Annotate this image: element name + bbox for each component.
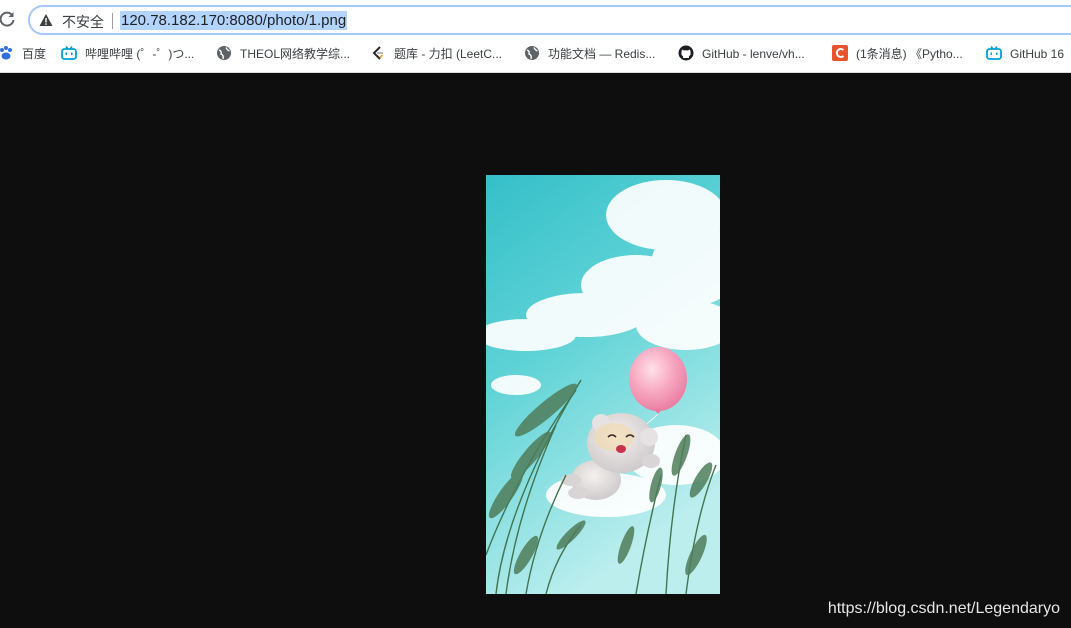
bookmark-csdn[interactable]: (1条消息) 《Pytho...	[832, 44, 963, 64]
bookmark-bilibili[interactable]: 哔哩哔哩 (゜-゜)つ...	[61, 44, 194, 64]
bookmark-baidu[interactable]: 百度	[0, 44, 46, 64]
bookmark-label: THEOL网络教学综...	[240, 47, 351, 61]
bookmark-label: 功能文档 — Redis...	[548, 47, 656, 61]
not-secure-label[interactable]: 不安全	[62, 12, 104, 32]
bookmarks-bar: 百度 哔哩哔哩 (゜-゜)つ... THEOL网络教学综... 题库 - 力扣 …	[0, 40, 1071, 68]
globe-icon	[525, 46, 539, 60]
bookmark-label: GitHub - lenve/vh...	[702, 47, 805, 61]
bookmark-redis-docs[interactable]: 功能文档 — Redis...	[524, 44, 655, 64]
github-icon	[678, 45, 694, 61]
bookmark-github-16[interactable]: GitHub 16	[986, 44, 1064, 64]
bookmark-label: 题库 - 力扣 (LeetC...	[394, 47, 503, 61]
baidu-paw-icon	[0, 46, 12, 60]
bookmark-label: (1条消息) 《Pytho...	[856, 47, 963, 61]
browser-chrome: 不安全 120.78.182.170:8080/photo/1.png 百度 哔…	[0, 0, 1071, 73]
bookmark-label: 百度	[22, 47, 47, 61]
bookmark-theol[interactable]: THEOL网络教学综...	[216, 44, 350, 64]
globe-icon	[217, 46, 231, 60]
bilibili-tv-icon	[61, 46, 77, 60]
address-row: 不安全 120.78.182.170:8080/photo/1.png	[0, 0, 1071, 38]
csdn-c-icon	[832, 45, 848, 61]
bookmark-label: GitHub 16	[1010, 47, 1065, 61]
bilibili-tv-icon	[986, 46, 1002, 60]
csdn-watermark: https://blog.csdn.net/Legendaryo	[827, 600, 1060, 617]
image-viewer: https://blog.csdn.net/Legendaryo	[0, 73, 1071, 628]
warning-triangle-icon[interactable]	[39, 13, 53, 27]
bookmark-leetcode[interactable]: 题库 - 力扣 (LeetC...	[370, 44, 502, 64]
bookmark-github-vhr[interactable]: GitHub - lenve/vh...	[678, 44, 805, 64]
address-bar[interactable]: 不安全 120.78.182.170:8080/photo/1.png	[28, 5, 1071, 35]
bookmark-label: 哔哩哔哩 (゜-゜)つ...	[85, 47, 195, 61]
reload-icon[interactable]	[0, 10, 16, 28]
url-text[interactable]: 120.78.182.170:8080/photo/1.png	[120, 11, 348, 30]
displayed-photo[interactable]	[486, 175, 720, 594]
leetcode-icon	[372, 46, 384, 60]
address-separator	[112, 13, 113, 29]
